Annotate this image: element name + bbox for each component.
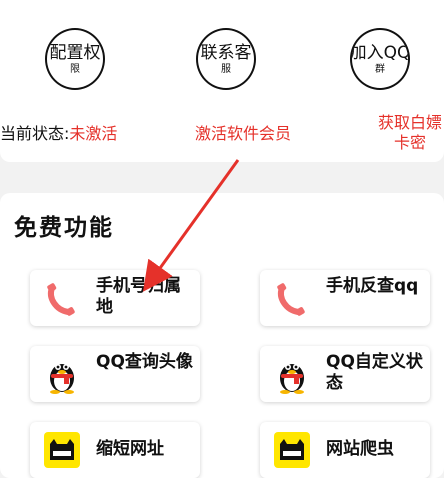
get-free-card-key-line1: 获取白嫖 [377,113,442,132]
tile-qq-avatar[interactable]: QQ查询头像 [30,346,200,402]
get-free-card-key-line2: 卡密 [393,133,426,152]
status-value: 未激活 [69,124,118,143]
activate-membership-link[interactable]: 激活软件会员 [195,124,291,144]
config-permission-label: 配置权 [49,43,101,63]
tile-web-crawler-label: 网站爬虫 [326,439,394,459]
tile-shorten-url-label: 缩短网址 [96,439,164,459]
tile-qq-custom-status-label: QQ自定义状态 [326,352,423,393]
get-free-card-key-link[interactable]: 获取白嫖 卡密 [375,113,444,153]
tile-web-crawler[interactable]: 网站爬虫 [260,422,430,478]
phone-icon [47,283,75,316]
features-title: 免费功能 [14,215,114,241]
contact-service-label: 联系客 [200,43,252,63]
phone-icon [277,283,305,316]
tile-phone-reverse-qq[interactable]: 手机反查qq [260,270,430,326]
contact-service-button[interactable]: 联系客 服 [196,28,256,90]
join-qq-group-button[interactable]: 加入QQ 群 [350,28,410,90]
tile-phone-reverse-qq-label: 手机反查qq [326,276,419,296]
tile-shorten-url[interactable]: 缩短网址 [30,422,200,478]
tile-phone-location[interactable]: 手机号归属地 [30,270,200,326]
tile-phone-location-label: 手机号归属地 [96,276,181,317]
yellow-cat-icon [44,432,80,468]
tile-qq-custom-status[interactable]: QQ自定义状态 [260,346,430,402]
join-qq-group-label-2: 群 [375,64,385,75]
config-permission-button[interactable]: 配置权 限 [45,28,105,90]
qq-penguin-icon [280,364,304,394]
join-qq-group-label: 加入QQ [350,43,410,63]
status-prefix: 当前状态: [0,124,70,143]
config-permission-label-2: 限 [70,64,80,75]
yellow-cat-icon [274,432,310,468]
tile-qq-avatar-label: QQ查询头像 [96,352,193,372]
contact-service-label-2: 服 [221,64,231,75]
status-line: 当前状态:未激活 [0,124,117,144]
qq-penguin-icon [50,364,74,394]
